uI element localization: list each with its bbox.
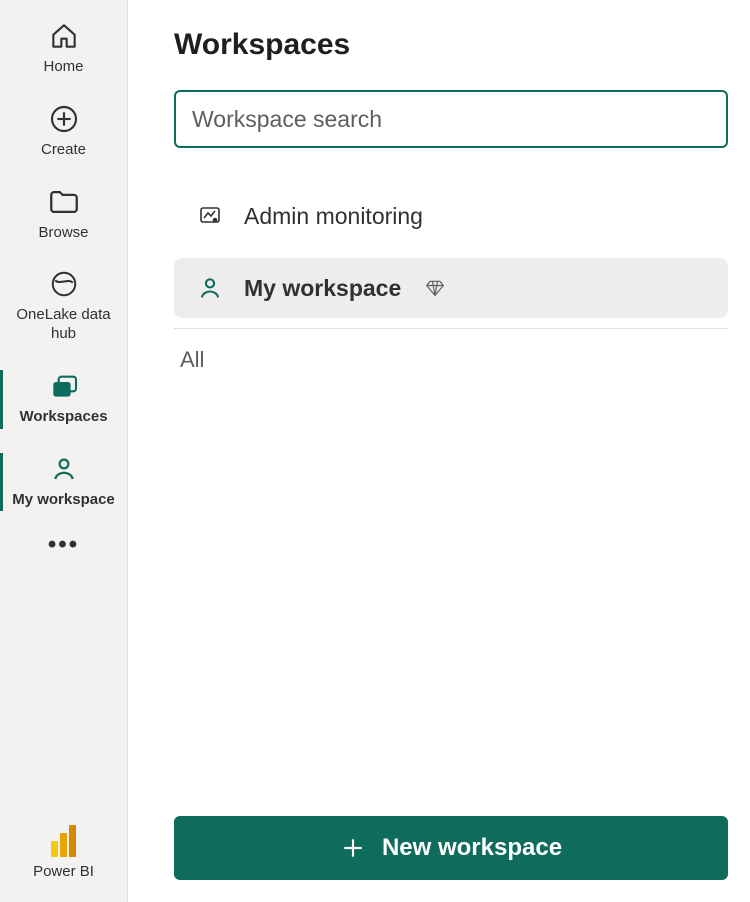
nav-item-label: Create (41, 141, 86, 160)
nav-item-home[interactable]: Home (0, 8, 127, 91)
nav-item-label: My workspace (12, 491, 115, 510)
nav-item-label: Workspaces (19, 408, 107, 427)
list-divider (174, 328, 728, 329)
person-icon (49, 451, 79, 487)
sidebar-bottom-group: Power BI (0, 813, 127, 902)
nav-item-my-workspace[interactable]: My workspace (0, 441, 127, 524)
new-workspace-button[interactable]: New workspace (174, 816, 728, 880)
diamond-icon (425, 278, 445, 298)
folder-icon (47, 184, 81, 220)
page-title: Workspaces (174, 28, 728, 62)
nav-item-browse[interactable]: Browse (0, 174, 127, 257)
workspace-row-admin-monitoring[interactable]: Admin monitoring (174, 186, 728, 246)
nav-item-workspaces[interactable]: Workspaces (0, 358, 127, 441)
workspaces-icon (48, 368, 80, 404)
nav-item-powerbi[interactable]: Power BI (0, 813, 127, 896)
powerbi-icon (51, 823, 76, 859)
workspace-row-label: My workspace (244, 275, 401, 302)
nav-item-create[interactable]: Create (0, 91, 127, 174)
workspace-row-my-workspace[interactable]: My workspace (174, 258, 728, 318)
plus-circle-icon (48, 101, 80, 137)
nav-item-label: OneLake data hub (4, 306, 123, 344)
nav-item-label: Browse (38, 224, 88, 243)
panel-spacer (174, 373, 728, 816)
workspaces-panel: Workspaces Admin monitoring My workspace (128, 0, 750, 902)
left-nav-sidebar: Home Create Browse (0, 0, 128, 902)
home-icon (48, 18, 80, 54)
person-icon (196, 274, 224, 302)
workspace-list: Admin monitoring My workspace (174, 186, 728, 318)
section-label-all: All (174, 347, 728, 373)
workspace-row-label: Admin monitoring (244, 203, 423, 230)
nav-item-label: Power BI (33, 863, 94, 882)
new-workspace-button-label: New workspace (382, 834, 562, 862)
monitoring-icon (196, 202, 224, 230)
onelake-icon (49, 266, 79, 302)
nav-item-label: Home (43, 58, 83, 77)
sidebar-top-group: Home Create Browse (0, 8, 127, 571)
nav-item-more[interactable]: ••• (0, 523, 127, 571)
nav-item-onelake[interactable]: OneLake data hub (0, 256, 127, 358)
ellipsis-icon: ••• (48, 539, 79, 551)
plus-icon (340, 835, 366, 861)
workspace-search-input[interactable] (174, 90, 728, 148)
